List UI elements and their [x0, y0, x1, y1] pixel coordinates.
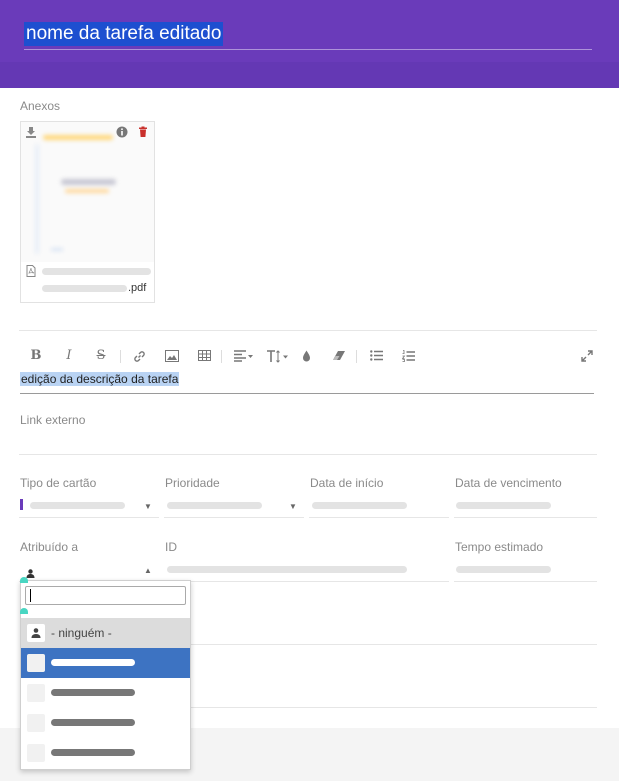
assignee-option-selected[interactable] — [21, 648, 190, 678]
assignee-option[interactable] — [21, 738, 190, 768]
assignee-option[interactable] — [21, 678, 190, 708]
due-date-input[interactable] — [454, 517, 597, 518]
section-divider — [19, 330, 597, 331]
thumb-blur-line — [65, 189, 109, 193]
clear-format-button[interactable] — [331, 347, 347, 365]
thumb-blur-line — [51, 248, 63, 251]
resize-handle[interactable] — [20, 577, 28, 583]
id-input — [164, 581, 449, 582]
thumb-blur-line — [35, 144, 39, 254]
italic-button[interactable]: I — [62, 347, 76, 365]
toolbar-separator — [221, 350, 222, 363]
avatar — [27, 744, 45, 762]
image-button[interactable] — [164, 347, 180, 365]
attachment-extension: .pdf — [128, 282, 147, 294]
expand-icon — [581, 350, 593, 362]
avatar — [27, 714, 45, 732]
text-color-button[interactable] — [300, 347, 312, 365]
avatar — [27, 654, 45, 672]
field-divider — [190, 644, 597, 645]
pdf-file-icon — [25, 265, 37, 277]
card-type-value — [30, 502, 125, 509]
external-link-label: Link externo — [20, 413, 86, 427]
trash-icon[interactable] — [137, 126, 149, 138]
image-icon — [165, 350, 179, 362]
assignee-dropdown[interactable]: - ninguém - — [20, 580, 191, 770]
estimated-time-input[interactable] — [454, 581, 597, 582]
download-icon[interactable] — [25, 126, 37, 138]
table-icon — [197, 350, 211, 361]
thumb-blur-line — [43, 135, 113, 140]
id-label: ID — [165, 540, 177, 554]
toolbar-separator — [120, 350, 121, 363]
bullet-list-button[interactable] — [369, 347, 383, 365]
header-band — [0, 62, 619, 88]
chevron-down-icon[interactable]: ▼ — [289, 502, 297, 511]
assignee-option-name — [51, 719, 135, 726]
id-value — [167, 566, 407, 573]
user-icon — [27, 624, 45, 642]
bold-button[interactable]: B — [29, 347, 43, 365]
fullscreen-button[interactable] — [580, 347, 594, 365]
assignee-option-name — [51, 749, 135, 756]
strikethrough-button[interactable]: S — [94, 347, 108, 365]
due-date-label: Data de vencimento — [455, 476, 562, 490]
toolbar-separator — [356, 350, 357, 363]
attachment-card[interactable]: .pdf — [20, 121, 155, 303]
assignee-option-none[interactable]: - ninguém - — [21, 618, 190, 648]
due-date-value — [456, 502, 551, 509]
start-date-label: Data de início — [310, 476, 384, 490]
assignee-option-name — [51, 659, 135, 666]
estimated-time-label: Tempo estimado — [455, 540, 544, 554]
attachments-label: Anexos — [20, 99, 61, 113]
priority-select[interactable] — [164, 517, 304, 518]
start-date-input[interactable] — [309, 517, 449, 518]
description-editor[interactable]: edição da descrição da tarefa — [20, 370, 594, 394]
thumb-blur-line — [61, 179, 116, 185]
card-type-select[interactable] — [19, 517, 159, 518]
chevron-down-icon[interactable]: ▼ — [144, 502, 152, 511]
card-type-color — [20, 499, 23, 510]
numbered-list-icon — [401, 350, 415, 362]
assignee-option[interactable] — [21, 708, 190, 738]
text-height-icon — [267, 350, 288, 363]
eraser-icon — [333, 351, 345, 360]
description-text[interactable]: edição da descrição da tarefa — [20, 372, 180, 386]
priority-value — [167, 502, 262, 509]
assigned-to-label: Atribuído a — [20, 540, 79, 554]
text-cursor — [30, 589, 31, 602]
chevron-up-icon[interactable]: ▲ — [144, 566, 152, 575]
start-date-value — [312, 502, 407, 509]
avatar — [27, 684, 45, 702]
align-left-icon — [234, 350, 253, 362]
align-dropdown[interactable] — [233, 347, 255, 365]
droplet-icon — [302, 350, 310, 362]
task-title-text[interactable]: nome da tarefa editado — [24, 22, 224, 46]
bullet-list-icon — [369, 350, 383, 361]
external-link-input[interactable] — [19, 454, 597, 455]
attachment-thumbnail[interactable] — [21, 122, 154, 262]
card-type-label: Tipo de cartão — [20, 476, 97, 490]
resize-handle[interactable] — [20, 608, 28, 614]
text-size-dropdown[interactable] — [266, 347, 290, 365]
assignee-option-label: - ninguém - — [51, 626, 112, 640]
table-button[interactable] — [196, 347, 212, 365]
link-button[interactable] — [131, 347, 147, 365]
priority-label: Prioridade — [165, 476, 220, 490]
task-header: nome da tarefa editado — [0, 0, 619, 88]
attachment-name-placeholder — [42, 268, 151, 275]
estimated-time-value — [456, 566, 551, 573]
assignee-option-name — [51, 689, 135, 696]
info-icon[interactable] — [116, 126, 128, 138]
assignee-search-input[interactable] — [25, 586, 186, 605]
attachment-name-placeholder — [42, 285, 127, 292]
link-icon — [133, 351, 145, 362]
field-divider — [190, 707, 597, 708]
numbered-list-button[interactable] — [401, 347, 415, 365]
task-title-field[interactable]: nome da tarefa editado — [24, 22, 592, 50]
